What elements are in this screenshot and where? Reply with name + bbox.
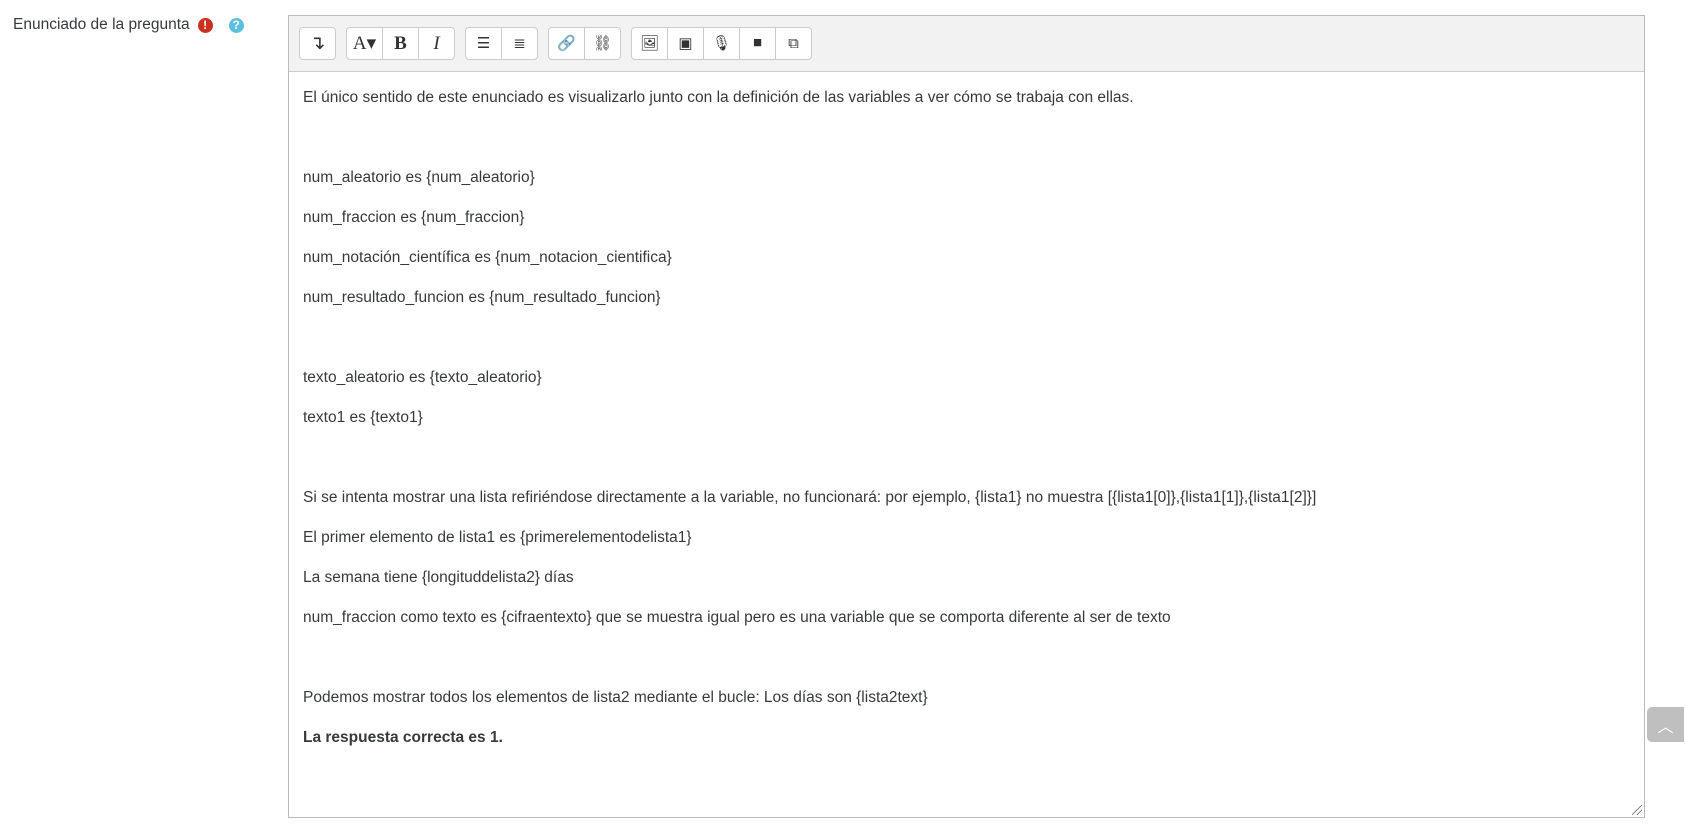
paragraph: texto_aleatorio es {texto_aleatorio} (303, 369, 542, 386)
paragraph: texto1 es {texto1} (303, 409, 423, 426)
paragraph: Podemos mostrar todos los elementos de l… (303, 689, 928, 706)
field-label: Enunciado de la pregunta (13, 16, 190, 33)
paragraph (303, 118, 1630, 158)
italic-button[interactable]: I (419, 28, 454, 59)
paragraph: num_aleatorio es {num_aleatorio} (303, 169, 535, 186)
toolbar-group: ↴ (299, 27, 336, 60)
editor-content[interactable]: El único sentido de este enunciado es vi… (289, 72, 1644, 764)
field-label-row: Enunciado de la pregunta ! ? (13, 16, 244, 34)
unlink-button[interactable]: ⛓ (585, 28, 620, 59)
paragraph (303, 318, 1630, 358)
editor-toolbar: ↴ A▾ B I ☰ ≣ 🔗 ⛓ 🖼 ▣ 🎙 ■ ⧉ (289, 16, 1644, 72)
paragraph: La semana tiene {longituddelista2} días (303, 569, 574, 586)
chevron-up-icon: ︿ (1657, 718, 1674, 736)
paragraph: num_fraccion es {num_fraccion} (303, 209, 525, 226)
question-circle-icon[interactable]: ? (228, 17, 244, 33)
paragraph: La respuesta correcta es 1. (303, 729, 503, 746)
unordered-list-button[interactable]: ☰ (466, 28, 502, 59)
ordered-list-button[interactable]: ≣ (502, 28, 537, 59)
link-button[interactable]: 🔗 (549, 28, 585, 59)
toolbar-group: 🖼 ▣ 🎙 ■ ⧉ (631, 27, 812, 60)
paragraph (303, 638, 1630, 678)
toolbar-group: 🔗 ⛓ (548, 27, 621, 60)
toolbar-group: A▾ B I (346, 27, 455, 60)
paragraph: num_notación_científica es {num_notacion… (303, 249, 672, 266)
paragraph: Si se intenta mostrar una lista refirién… (303, 489, 1317, 506)
record-audio-button[interactable]: 🎙 (704, 28, 740, 59)
back-to-top-button[interactable]: ︿ (1647, 707, 1684, 742)
font-style-button[interactable]: A▾ (347, 28, 383, 59)
exclamation-circle-icon: ! (197, 17, 213, 33)
paragraph: num_fraccion como texto es {cifraentexto… (303, 609, 1171, 626)
paragraph: El primer elemento de lista1 es {primere… (303, 529, 692, 546)
manage-files-button[interactable]: ⧉ (776, 28, 811, 59)
insert-image-button[interactable]: 🖼 (632, 28, 668, 59)
paragraph: num_resultado_funcion es {num_resultado_… (303, 289, 661, 306)
insert-media-button[interactable]: ▣ (668, 28, 704, 59)
resize-handle[interactable] (1632, 805, 1642, 815)
paragraph: El único sentido de este enunciado es vi… (303, 89, 1134, 106)
paragraph (303, 438, 1630, 478)
bold-button[interactable]: B (383, 28, 419, 59)
toolbar-group: ☰ ≣ (465, 27, 538, 60)
record-video-button[interactable]: ■ (740, 28, 776, 59)
rich-text-editor: ↴ A▾ B I ☰ ≣ 🔗 ⛓ 🖼 ▣ 🎙 ■ ⧉ El único sentido de este … (288, 15, 1645, 818)
collapse-button[interactable]: ↴ (300, 28, 335, 59)
